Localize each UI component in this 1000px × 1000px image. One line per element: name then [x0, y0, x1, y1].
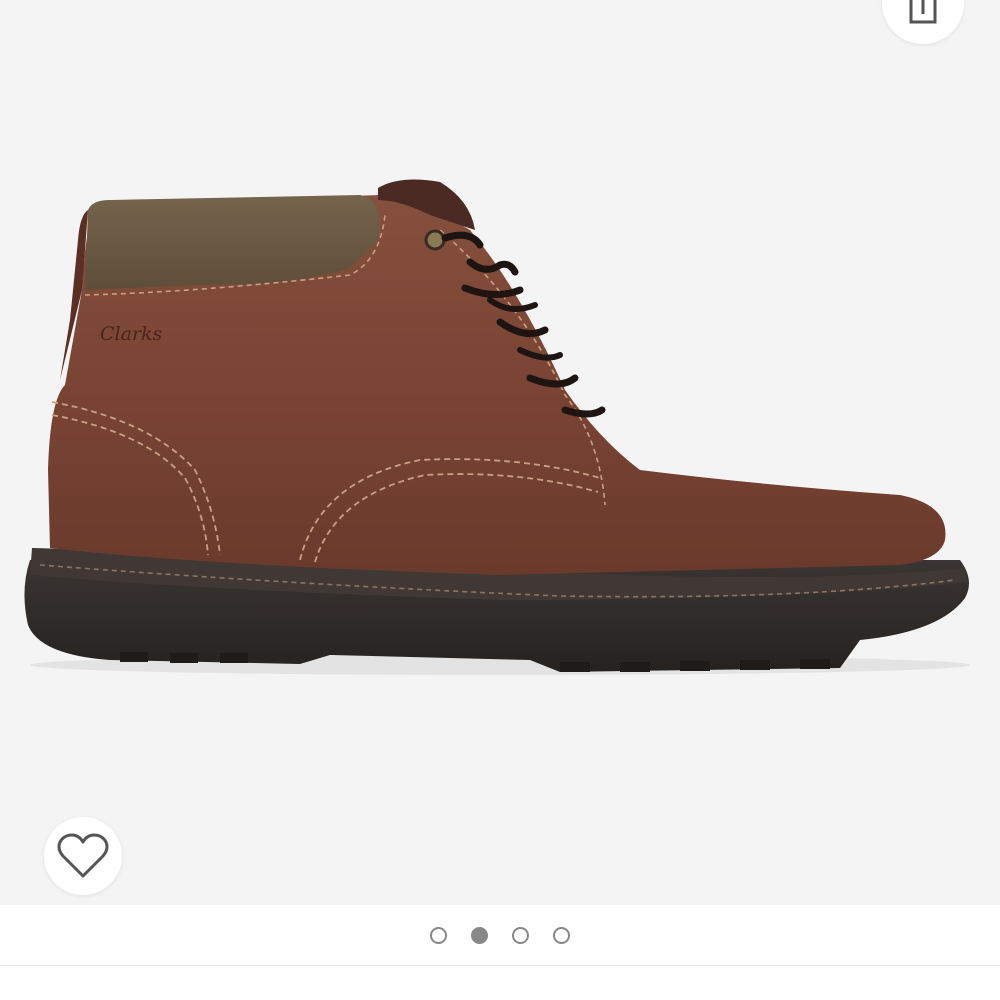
bottom-divider-strip — [0, 965, 1000, 1000]
pager-dot-2-active[interactable] — [471, 926, 488, 944]
brand-logo-text: Clarks — [100, 323, 163, 345]
share-icon — [909, 0, 937, 24]
pager-dot-3[interactable] — [512, 926, 529, 944]
heart-outline-icon — [57, 833, 109, 878]
pager-dot-1[interactable] — [430, 926, 447, 944]
image-pager — [0, 905, 1000, 965]
pager-dot-4[interactable] — [553, 926, 570, 944]
product-gallery-page: Clarks — [0, 0, 1000, 1000]
product-image-area[interactable]: Clarks — [0, 0, 1000, 905]
wishlist-button[interactable] — [44, 817, 122, 895]
product-image-boot: Clarks — [24, 179, 970, 675]
